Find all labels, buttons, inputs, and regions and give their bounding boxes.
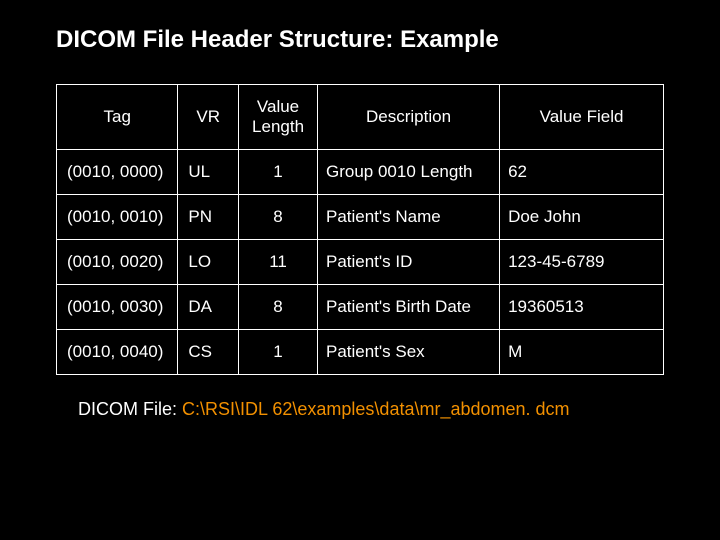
cell-value-field: M [500, 330, 664, 375]
cell-description: Patient's Sex [317, 330, 499, 375]
cell-value-length: 8 [239, 195, 318, 240]
cell-vr: CS [178, 330, 239, 375]
cell-description: Patient's ID [317, 240, 499, 285]
cell-vr: UL [178, 150, 239, 195]
cell-value-length: 1 [239, 330, 318, 375]
col-header-vr: VR [178, 85, 239, 150]
cell-value-field: 62 [500, 150, 664, 195]
cell-description: Group 0010 Length [317, 150, 499, 195]
table-row: (0010, 0020) LO 11 Patient's ID 123-45-6… [57, 240, 664, 285]
footer-file-path: DICOM File: C:\RSI\IDL 62\examples\data\… [56, 399, 664, 420]
dicom-header-table: Tag VR Value Length Description Value Fi… [56, 84, 664, 375]
table-row: (0010, 0010) PN 8 Patient's Name Doe Joh… [57, 195, 664, 240]
cell-tag: (0010, 0040) [57, 330, 178, 375]
cell-tag: (0010, 0020) [57, 240, 178, 285]
table-header-row: Tag VR Value Length Description Value Fi… [57, 85, 664, 150]
cell-tag: (0010, 0010) [57, 195, 178, 240]
footer-path-value: C:\RSI\IDL 62\examples\data\mr_abdomen. … [182, 399, 570, 419]
cell-vr: LO [178, 240, 239, 285]
col-header-tag: Tag [57, 85, 178, 150]
cell-value-length: 8 [239, 285, 318, 330]
cell-value-length: 1 [239, 150, 318, 195]
cell-value-field: 123-45-6789 [500, 240, 664, 285]
cell-description: Patient's Birth Date [317, 285, 499, 330]
cell-value-field: Doe John [500, 195, 664, 240]
cell-vr: DA [178, 285, 239, 330]
cell-tag: (0010, 0000) [57, 150, 178, 195]
cell-tag: (0010, 0030) [57, 285, 178, 330]
table-row: (0010, 0000) UL 1 Group 0010 Length 62 [57, 150, 664, 195]
col-header-value-length: Value Length [239, 85, 318, 150]
table-row: (0010, 0030) DA 8 Patient's Birth Date 1… [57, 285, 664, 330]
page-title: DICOM File Header Structure: Example [56, 26, 664, 54]
cell-description: Patient's Name [317, 195, 499, 240]
cell-value-length: 11 [239, 240, 318, 285]
footer-label: DICOM File: [78, 399, 182, 419]
table-row: (0010, 0040) CS 1 Patient's Sex M [57, 330, 664, 375]
col-header-description: Description [317, 85, 499, 150]
cell-vr: PN [178, 195, 239, 240]
col-header-value-field: Value Field [500, 85, 664, 150]
cell-value-field: 19360513 [500, 285, 664, 330]
